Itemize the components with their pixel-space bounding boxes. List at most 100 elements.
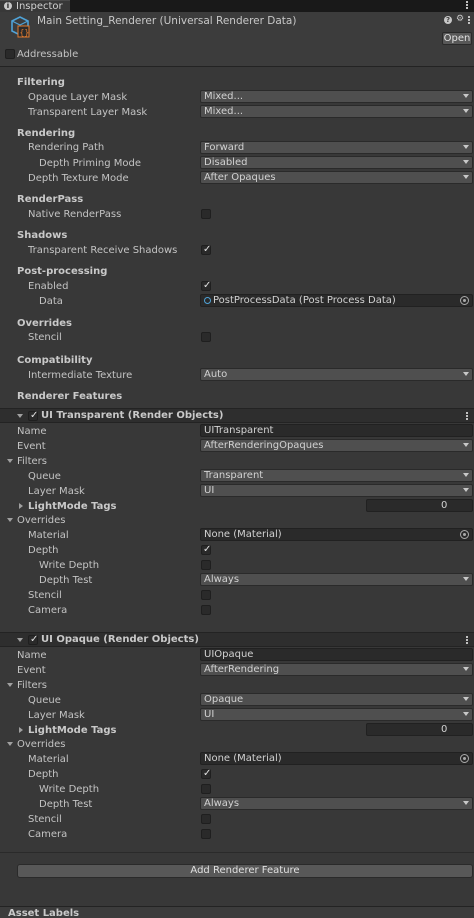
- addressable-checkbox[interactable]: [5, 49, 15, 59]
- feature-queue-dropdown[interactable]: Transparent: [200, 469, 473, 482]
- feature-queue-dropdown[interactable]: Opaque: [200, 693, 473, 706]
- settings-icon[interactable]: ⚙: [456, 14, 464, 24]
- feature-header-ui-transparent[interactable]: ✓ UI Transparent (Render Objects): [0, 408, 474, 423]
- feature-depth-test-label: Depth Test: [39, 799, 93, 810]
- feature-depth-test-dropdown[interactable]: Always: [200, 797, 473, 810]
- transparent-receive-shadows-checkbox[interactable]: ✓: [201, 244, 211, 255]
- feature-overrides-label[interactable]: Overrides: [17, 738, 65, 751]
- help-icon[interactable]: ?: [444, 16, 452, 24]
- foldout-arrow-icon[interactable]: [17, 638, 23, 642]
- feature-layer-mask-value: UI: [204, 709, 215, 720]
- feature-name-input[interactable]: UIOpaque: [200, 648, 473, 661]
- dropdown-arrow-icon: [463, 712, 469, 716]
- kebab-icon[interactable]: [468, 16, 470, 25]
- feature-layer-mask-dropdown[interactable]: UI: [200, 484, 473, 497]
- dropdown-arrow-icon: [463, 667, 469, 671]
- feature-depth-checkbox[interactable]: ✓: [201, 544, 211, 555]
- feature-overrides-label[interactable]: Overrides: [17, 514, 65, 527]
- feature-material-field[interactable]: None (Material): [200, 752, 473, 765]
- feature-name-input[interactable]: UITransparent: [200, 424, 473, 437]
- intermediate-texture-dropdown[interactable]: Auto: [200, 368, 473, 381]
- feature-depth-label: Depth: [28, 545, 59, 556]
- svg-text:{}: {}: [20, 28, 30, 37]
- native-renderpass-checkbox[interactable]: [201, 209, 211, 219]
- dropdown-arrow-icon: [463, 577, 469, 581]
- feature-camera-checkbox[interactable]: [201, 829, 211, 839]
- post-processing-enabled-checkbox[interactable]: ✓: [201, 280, 211, 291]
- dropdown-arrow-icon: [463, 94, 469, 98]
- depth-texture-mode-dropdown[interactable]: After Opaques: [200, 171, 473, 184]
- feature-layer-mask-label: Layer Mask: [28, 710, 85, 721]
- depth-priming-dropdown[interactable]: Disabled: [200, 156, 473, 169]
- feature-event-dropdown[interactable]: AfterRenderingOpaques: [200, 439, 473, 452]
- feature-enabled-checkbox[interactable]: ✓: [28, 634, 39, 645]
- foldout-arrow-icon[interactable]: [7, 683, 13, 687]
- foldout-arrow-icon[interactable]: [19, 727, 23, 733]
- feature-lightmode-tags-label[interactable]: LightMode Tags: [28, 500, 117, 513]
- feature-write-depth-checkbox[interactable]: [201, 560, 211, 570]
- feature-camera-checkbox[interactable]: [201, 605, 211, 615]
- foldout-arrow-icon[interactable]: [17, 414, 23, 418]
- feature-header-ui-opaque[interactable]: ✓ UI Opaque (Render Objects): [0, 632, 474, 647]
- overrides-stencil-checkbox[interactable]: [201, 332, 211, 342]
- overrides-heading: Overrides: [17, 318, 72, 329]
- feature-material-field[interactable]: None (Material): [200, 528, 473, 541]
- feature-write-depth-checkbox[interactable]: [201, 784, 211, 794]
- feature-title: UI Opaque (Render Objects): [41, 634, 199, 645]
- feature-queue-value: Transparent: [204, 470, 264, 481]
- feature-depth-test-value: Always: [204, 798, 240, 809]
- add-renderer-feature-label: Add Renderer Feature: [190, 865, 300, 876]
- feature-lightmode-tags-value: 0: [441, 724, 448, 735]
- feature-name-value: UIOpaque: [204, 649, 254, 660]
- inspector-header: {} Main Setting_Renderer (Universal Rend…: [0, 12, 474, 67]
- object-picker-icon[interactable]: [460, 296, 469, 305]
- feature-filters-label[interactable]: Filters: [17, 679, 47, 692]
- kebab-icon[interactable]: [466, 636, 468, 645]
- feature-name-label: Name: [17, 426, 47, 437]
- filtering-heading: Filtering: [17, 77, 65, 88]
- foldout-arrow-icon[interactable]: [7, 459, 13, 463]
- object-picker-icon[interactable]: [460, 530, 469, 539]
- feature-stencil-checkbox[interactable]: [201, 590, 211, 600]
- feature-event-dropdown[interactable]: AfterRendering: [200, 663, 473, 676]
- add-renderer-feature-button[interactable]: Add Renderer Feature: [17, 864, 473, 878]
- feature-depth-test-dropdown[interactable]: Always: [200, 573, 473, 586]
- addressable-label: Addressable: [17, 49, 79, 60]
- asset-labels-bar[interactable]: Asset Labels: [0, 906, 474, 918]
- feature-enabled-checkbox[interactable]: ✓: [28, 410, 39, 421]
- feature-layer-mask-label: Layer Mask: [28, 486, 85, 497]
- object-picker-icon[interactable]: [460, 754, 469, 763]
- feature-lightmode-tags-count[interactable]: 0: [366, 499, 473, 512]
- tab-inspector[interactable]: i Inspector: [0, 0, 70, 12]
- kebab-icon[interactable]: [466, 1, 468, 10]
- feature-camera-label: Camera: [28, 605, 68, 616]
- checkmark-icon: ✓: [203, 768, 212, 779]
- feature-filters-label[interactable]: Filters: [17, 455, 47, 468]
- overrides-stencil-label: Stencil: [28, 332, 62, 343]
- kebab-icon[interactable]: [466, 412, 468, 421]
- foldout-arrow-icon[interactable]: [7, 518, 13, 522]
- dropdown-arrow-icon: [463, 801, 469, 805]
- opaque-layer-mask-label: Opaque Layer Mask: [28, 92, 128, 103]
- transparent-layer-mask-dropdown[interactable]: Mixed...: [200, 105, 473, 118]
- rendering-path-value: Forward: [204, 142, 245, 153]
- intermediate-texture-value: Auto: [204, 369, 228, 380]
- feature-layer-mask-dropdown[interactable]: UI: [200, 708, 473, 721]
- rendering-path-dropdown[interactable]: Forward: [200, 141, 473, 154]
- open-button-label: Open: [443, 33, 471, 44]
- foldout-arrow-icon[interactable]: [7, 742, 13, 746]
- feature-lightmode-tags-count[interactable]: 0: [366, 723, 473, 736]
- post-processing-data-field[interactable]: PostProcessData (Post Process Data): [200, 294, 473, 307]
- checkmark-icon: ✓: [30, 410, 39, 421]
- feature-depth-checkbox[interactable]: ✓: [201, 768, 212, 779]
- open-button[interactable]: Open: [442, 32, 472, 45]
- foldout-arrow-icon[interactable]: [19, 503, 23, 509]
- opaque-layer-mask-dropdown[interactable]: Mixed...: [200, 90, 473, 103]
- dropdown-arrow-icon: [463, 372, 469, 376]
- feature-depth-test-label: Depth Test: [39, 575, 93, 586]
- feature-lightmode-tags-label[interactable]: LightMode Tags: [28, 724, 117, 737]
- checkmark-icon: ✓: [30, 634, 39, 645]
- dropdown-arrow-icon: [463, 443, 469, 447]
- feature-stencil-checkbox[interactable]: [201, 814, 211, 824]
- intermediate-texture-label: Intermediate Texture: [28, 370, 133, 381]
